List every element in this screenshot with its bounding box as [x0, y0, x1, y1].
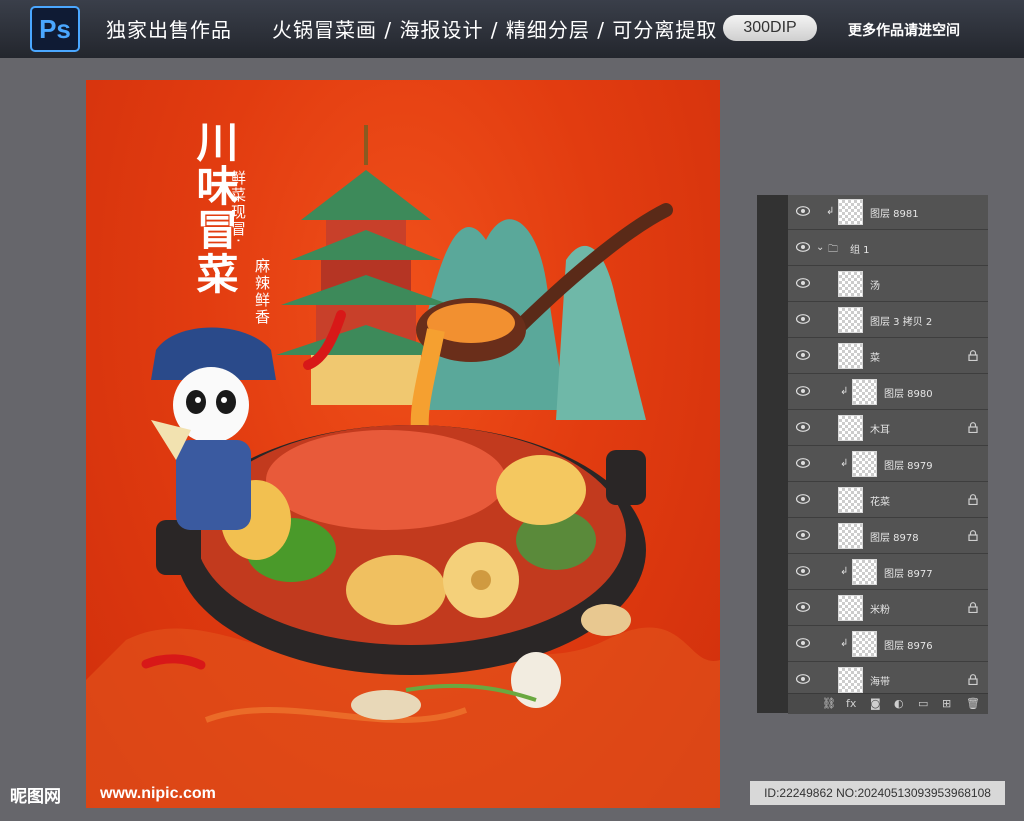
- visibility-eye-icon[interactable]: [796, 458, 810, 468]
- clipping-mask-icon: ↲: [840, 458, 849, 469]
- layer-name: 图层 8976: [884, 641, 933, 652]
- visibility-eye-icon[interactable]: [796, 638, 810, 648]
- poster-subtitle-1: 鲜菜现冒·: [229, 170, 247, 245]
- layer-group-row[interactable]: ⌄ 🗀 组 1: [788, 231, 988, 266]
- more-works-link[interactable]: 更多作品请进空间: [848, 20, 960, 40]
- lock-icon: [968, 530, 978, 541]
- layer-name: 米粉: [870, 605, 890, 616]
- visibility-eye-icon[interactable]: [796, 422, 810, 432]
- layer-name: 花菜: [870, 497, 890, 508]
- layer-name: 图层 8981: [870, 209, 919, 220]
- layer-thumbnail[interactable]: [838, 595, 863, 621]
- layer-row[interactable]: ↲ 图层 8977: [788, 555, 988, 590]
- visibility-eye-icon[interactable]: [796, 350, 810, 360]
- layer-row[interactable]: 木耳: [788, 411, 988, 446]
- layer-row[interactable]: 图层 8978: [788, 519, 988, 554]
- visibility-eye-icon[interactable]: [796, 602, 810, 612]
- watermark-site-url: www.nipic.com: [100, 785, 216, 802]
- clipping-mask-icon: ↲: [840, 638, 849, 649]
- dpi-badge: 300DIP: [723, 15, 817, 41]
- layer-thumbnail[interactable]: [852, 631, 877, 657]
- poster-canvas: 川味冒菜 鲜菜现冒· 麻辣鲜香: [86, 80, 720, 808]
- layer-thumbnail[interactable]: [838, 487, 863, 513]
- layer-row[interactable]: 花菜: [788, 483, 988, 518]
- folder-icon: 🗀: [828, 244, 838, 255]
- lock-icon: [968, 350, 978, 361]
- layer-thumbnail[interactable]: [852, 451, 877, 477]
- poster-subtitle-2: 麻辣鲜香: [253, 258, 271, 326]
- link-icon[interactable]: ⛓: [822, 697, 836, 710]
- layer-thumbnail[interactable]: [838, 271, 863, 297]
- lock-icon: [968, 674, 978, 685]
- layer-row[interactable]: ↲ 图层 8979: [788, 447, 988, 482]
- layer-name: 图层 8977: [884, 569, 933, 580]
- layer-row[interactable]: 汤: [788, 267, 988, 302]
- layer-thumbnail[interactable]: [838, 199, 863, 225]
- new-layer-icon[interactable]: ⊞: [942, 697, 951, 710]
- visibility-eye-icon[interactable]: [796, 674, 810, 684]
- layer-name: 图层 8980: [884, 389, 933, 400]
- fx-icon[interactable]: fx: [846, 697, 856, 710]
- layer-name: 菜: [870, 353, 880, 364]
- visibility-eye-icon[interactable]: [796, 494, 810, 504]
- layer-row[interactable]: 米粉: [788, 591, 988, 626]
- clipping-mask-icon: ↲: [826, 206, 835, 217]
- layer-name: 组 1: [850, 245, 870, 256]
- layer-row[interactable]: 图层 3 拷贝 2: [788, 303, 988, 338]
- folder-icon[interactable]: ▭: [918, 697, 928, 710]
- layer-thumbnail[interactable]: [838, 415, 863, 441]
- layer-thumbnail[interactable]: [838, 343, 863, 369]
- adjustment-icon[interactable]: ◐: [894, 697, 904, 710]
- lock-icon: [968, 494, 978, 505]
- top-banner: Ps 独家出售作品 火锅冒菜画 / 海报设计 / 精细分层 / 可分离提取 30…: [0, 0, 1024, 58]
- lock-icon: [968, 422, 978, 433]
- layer-name: 图层 8979: [884, 461, 933, 472]
- visibility-eye-icon[interactable]: [796, 386, 810, 396]
- layers-panel-footer: ⛓ fx ◙ ◐ ▭ ⊞ 🗑: [788, 693, 988, 714]
- layer-name: 汤: [870, 281, 880, 292]
- banner-description: 火锅冒菜画 / 海报设计 / 精细分层 / 可分离提取: [272, 18, 718, 42]
- visibility-eye-icon[interactable]: [796, 278, 810, 288]
- trash-icon[interactable]: 🗑: [966, 697, 980, 710]
- visibility-eye-icon[interactable]: [796, 530, 810, 540]
- visibility-eye-icon[interactable]: [796, 566, 810, 576]
- layer-thumbnail[interactable]: [838, 307, 863, 333]
- visibility-eye-icon[interactable]: [796, 206, 810, 216]
- layer-thumbnail[interactable]: [838, 523, 863, 549]
- layer-name: 木耳: [870, 425, 890, 436]
- banner-exclusive-label: 独家出售作品: [106, 18, 232, 42]
- lock-icon: [968, 602, 978, 613]
- clipping-mask-icon: ↲: [840, 566, 849, 577]
- visibility-eye-icon[interactable]: [796, 314, 810, 324]
- visibility-eye-icon[interactable]: [796, 242, 810, 252]
- group-expand-chevron-icon[interactable]: ⌄: [816, 242, 824, 253]
- layer-thumbnail[interactable]: [852, 559, 877, 585]
- layer-row[interactable]: ↲ 图层 8976: [788, 627, 988, 662]
- layer-name: 图层 3 拷贝 2: [870, 317, 933, 328]
- layer-thumbnail[interactable]: [852, 379, 877, 405]
- clipping-mask-icon: ↲: [840, 386, 849, 397]
- layers-panel: ↲ 图层 8981 ⌄ 🗀 组 1 汤图层 3 拷贝 2 菜 ↲ 图层 8980 木耳 ↲ 图层 89…: [757, 195, 988, 714]
- layer-row[interactable]: ↲ 图层 8980: [788, 375, 988, 410]
- watermark-site-name: 昵图网: [10, 787, 61, 807]
- layer-name: 海带: [870, 677, 890, 688]
- layer-name: 图层 8978: [870, 533, 919, 544]
- mask-icon[interactable]: ◙: [870, 697, 881, 710]
- layer-thumbnail[interactable]: [838, 667, 863, 693]
- layers-panel-gutter: [757, 195, 788, 713]
- image-id-label: ID:22249862 NO:20240513093953968108: [750, 781, 1005, 805]
- photoshop-logo-icon: Ps: [30, 6, 80, 52]
- layer-row[interactable]: ↲ 图层 8981: [788, 195, 988, 230]
- layer-row[interactable]: 菜: [788, 339, 988, 374]
